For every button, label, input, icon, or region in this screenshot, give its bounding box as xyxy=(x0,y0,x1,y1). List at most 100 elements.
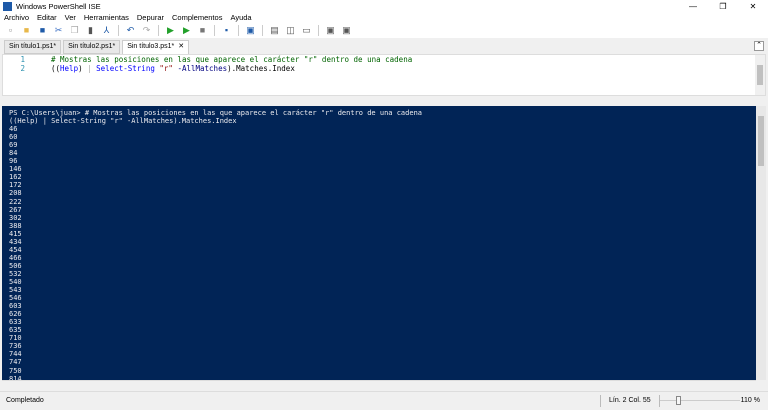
tab-label: Sin título3.ps1* xyxy=(127,43,175,50)
window-title: Windows PowerShell ISE xyxy=(16,2,101,11)
layout-max-icon[interactable]: ▭ xyxy=(302,26,311,35)
console-line: 744 xyxy=(9,350,22,359)
console-line: 302 xyxy=(9,213,22,222)
toolbar-separator xyxy=(262,25,263,36)
redo-icon[interactable]: ↷ xyxy=(142,26,151,35)
console-pane[interactable]: PS C:\Users\juan> # Mostras las posicion… xyxy=(2,106,766,380)
code-token: | xyxy=(82,64,97,73)
console-line: 84 xyxy=(9,149,18,158)
maximize-button[interactable]: ❐ xyxy=(708,0,738,13)
editor-scrollbar[interactable] xyxy=(755,55,765,95)
minimize-button[interactable]: — xyxy=(678,0,708,13)
console-line: 222 xyxy=(9,197,22,206)
tab-label: Sin título2.ps1* xyxy=(68,43,116,50)
menu-depurar[interactable]: Depurar xyxy=(137,13,164,23)
console-line: 747 xyxy=(9,358,22,367)
console-horizontal-scrollbar[interactable] xyxy=(2,380,756,389)
toolbar-separator xyxy=(238,25,239,36)
code-token: "r" xyxy=(159,64,173,73)
run-selection-icon[interactable]: ▶ xyxy=(182,26,191,35)
stop-icon[interactable]: ■ xyxy=(198,26,207,35)
toolbar-separator xyxy=(118,25,119,36)
menu-editar[interactable]: Editar xyxy=(37,13,57,23)
console-line: 46 xyxy=(9,125,18,134)
commands-icon[interactable]: ▣ xyxy=(326,26,335,35)
toolbar-separator xyxy=(158,25,159,36)
console-line: 543 xyxy=(9,286,22,295)
tab-label: Sin título1.ps1* xyxy=(9,43,57,50)
powershell-icon[interactable]: ▣ xyxy=(246,26,255,35)
powershell-ise-icon xyxy=(3,2,12,11)
menu-complementos[interactable]: Complementos xyxy=(172,13,222,23)
code-token: (( xyxy=(51,64,61,73)
console-line: 710 xyxy=(9,334,22,343)
toolbar-separator xyxy=(318,25,319,36)
zoom-level: 110 % xyxy=(740,397,760,404)
editor-line: 1 # Mostras las posiciones en las que ap… xyxy=(3,55,765,64)
console-line: 626 xyxy=(9,310,22,319)
console-line: 633 xyxy=(9,318,22,327)
open-icon[interactable]: ■ xyxy=(22,26,31,35)
layout-right-icon[interactable]: ◫ xyxy=(286,26,295,35)
zoom-slider[interactable] xyxy=(660,396,740,405)
console-line: 532 xyxy=(9,269,22,278)
console-line: 540 xyxy=(9,277,22,286)
console-line: 454 xyxy=(9,245,22,254)
zoom-slider-thumb[interactable] xyxy=(676,396,681,405)
cut-icon[interactable]: ✂ xyxy=(54,26,63,35)
run-icon[interactable]: ▶ xyxy=(166,26,175,35)
line-number: 1 xyxy=(20,55,25,64)
toolbar-separator xyxy=(214,25,215,36)
tab-script-3[interactable]: Sin título3.ps1* ✕ xyxy=(122,40,190,54)
close-button[interactable]: ✕ xyxy=(738,0,768,13)
close-tab-icon[interactable]: ✕ xyxy=(178,43,184,50)
status-text: Completado xyxy=(6,397,44,404)
code-token: Help xyxy=(60,64,79,73)
code-comment: # Mostras las posiciones en las que apar… xyxy=(51,55,413,64)
console-line: ((Help) | Select-String "r" -AllMatches)… xyxy=(9,117,237,126)
console-line: 172 xyxy=(9,181,22,190)
console-scrollbar[interactable] xyxy=(756,106,766,380)
title-bar: Windows PowerShell ISE — ❐ ✕ xyxy=(0,0,768,13)
console-line: 267 xyxy=(9,205,22,214)
console-line: 750 xyxy=(9,366,22,375)
code-token: -AllMatches xyxy=(177,64,228,73)
collapse-script-pane-button[interactable]: ⌃ xyxy=(754,41,764,51)
save-icon[interactable]: ■ xyxy=(38,26,47,35)
console-line: 603 xyxy=(9,302,22,311)
undo-icon[interactable]: ↶ xyxy=(126,26,135,35)
menu-herramientas[interactable]: Herramientas xyxy=(84,13,129,23)
menu-ver[interactable]: Ver xyxy=(65,13,76,23)
cursor-position: Lín. 2 Col. 55 xyxy=(600,395,660,407)
console-line: 208 xyxy=(9,189,22,198)
remote-icon[interactable]: ▪ xyxy=(222,26,231,35)
menu-bar: Archivo Editar Ver Herramientas Depurar Compl… xyxy=(0,13,768,23)
console-line: 415 xyxy=(9,229,22,238)
tab-script-2[interactable]: Sin título2.ps1* xyxy=(63,40,121,54)
console-line: 388 xyxy=(9,221,22,230)
copy-icon[interactable]: ❐ xyxy=(70,26,79,35)
editor-line: 2 ((Help) | Select-String "r" -AllMatche… xyxy=(3,64,765,73)
console-line: 736 xyxy=(9,342,22,351)
new-icon[interactable]: ▫ xyxy=(6,26,15,35)
console-line: PS C:\Users\juan> # Mostras las posicion… xyxy=(9,109,423,117)
status-bar: Completado Lín. 2 Col. 55 110 % xyxy=(0,391,768,409)
menu-ayuda[interactable]: Ayuda xyxy=(230,13,251,23)
console-line: 546 xyxy=(9,294,22,303)
console-line: 162 xyxy=(9,173,22,182)
console-line: 466 xyxy=(9,253,22,262)
layout-top-icon[interactable]: ▤ xyxy=(270,26,279,35)
code-token: Select-String xyxy=(96,64,155,73)
line-number: 2 xyxy=(20,64,25,73)
tab-script-1[interactable]: Sin título1.ps1* xyxy=(4,40,62,54)
console-line: 506 xyxy=(9,261,22,270)
console-line: 146 xyxy=(9,165,22,174)
code-token: ).Matches.Index xyxy=(227,64,295,73)
addon-icon[interactable]: ▣ xyxy=(342,26,351,35)
paste-icon[interactable]: ▮ xyxy=(86,26,95,35)
toolbar: ▫ ■ ■ ✂ ❐ ▮ ⅄ ↶ ↷ ▶ ▶ ■ ▪ ▣ ▤ ◫ ▭ ▣ ▣ xyxy=(0,23,768,38)
script-editor[interactable]: 1 # Mostras las posiciones en las que ap… xyxy=(2,54,766,96)
console-line: 60 xyxy=(9,133,18,142)
menu-archivo[interactable]: Archivo xyxy=(4,13,29,23)
clear-icon[interactable]: ⅄ xyxy=(102,26,111,35)
